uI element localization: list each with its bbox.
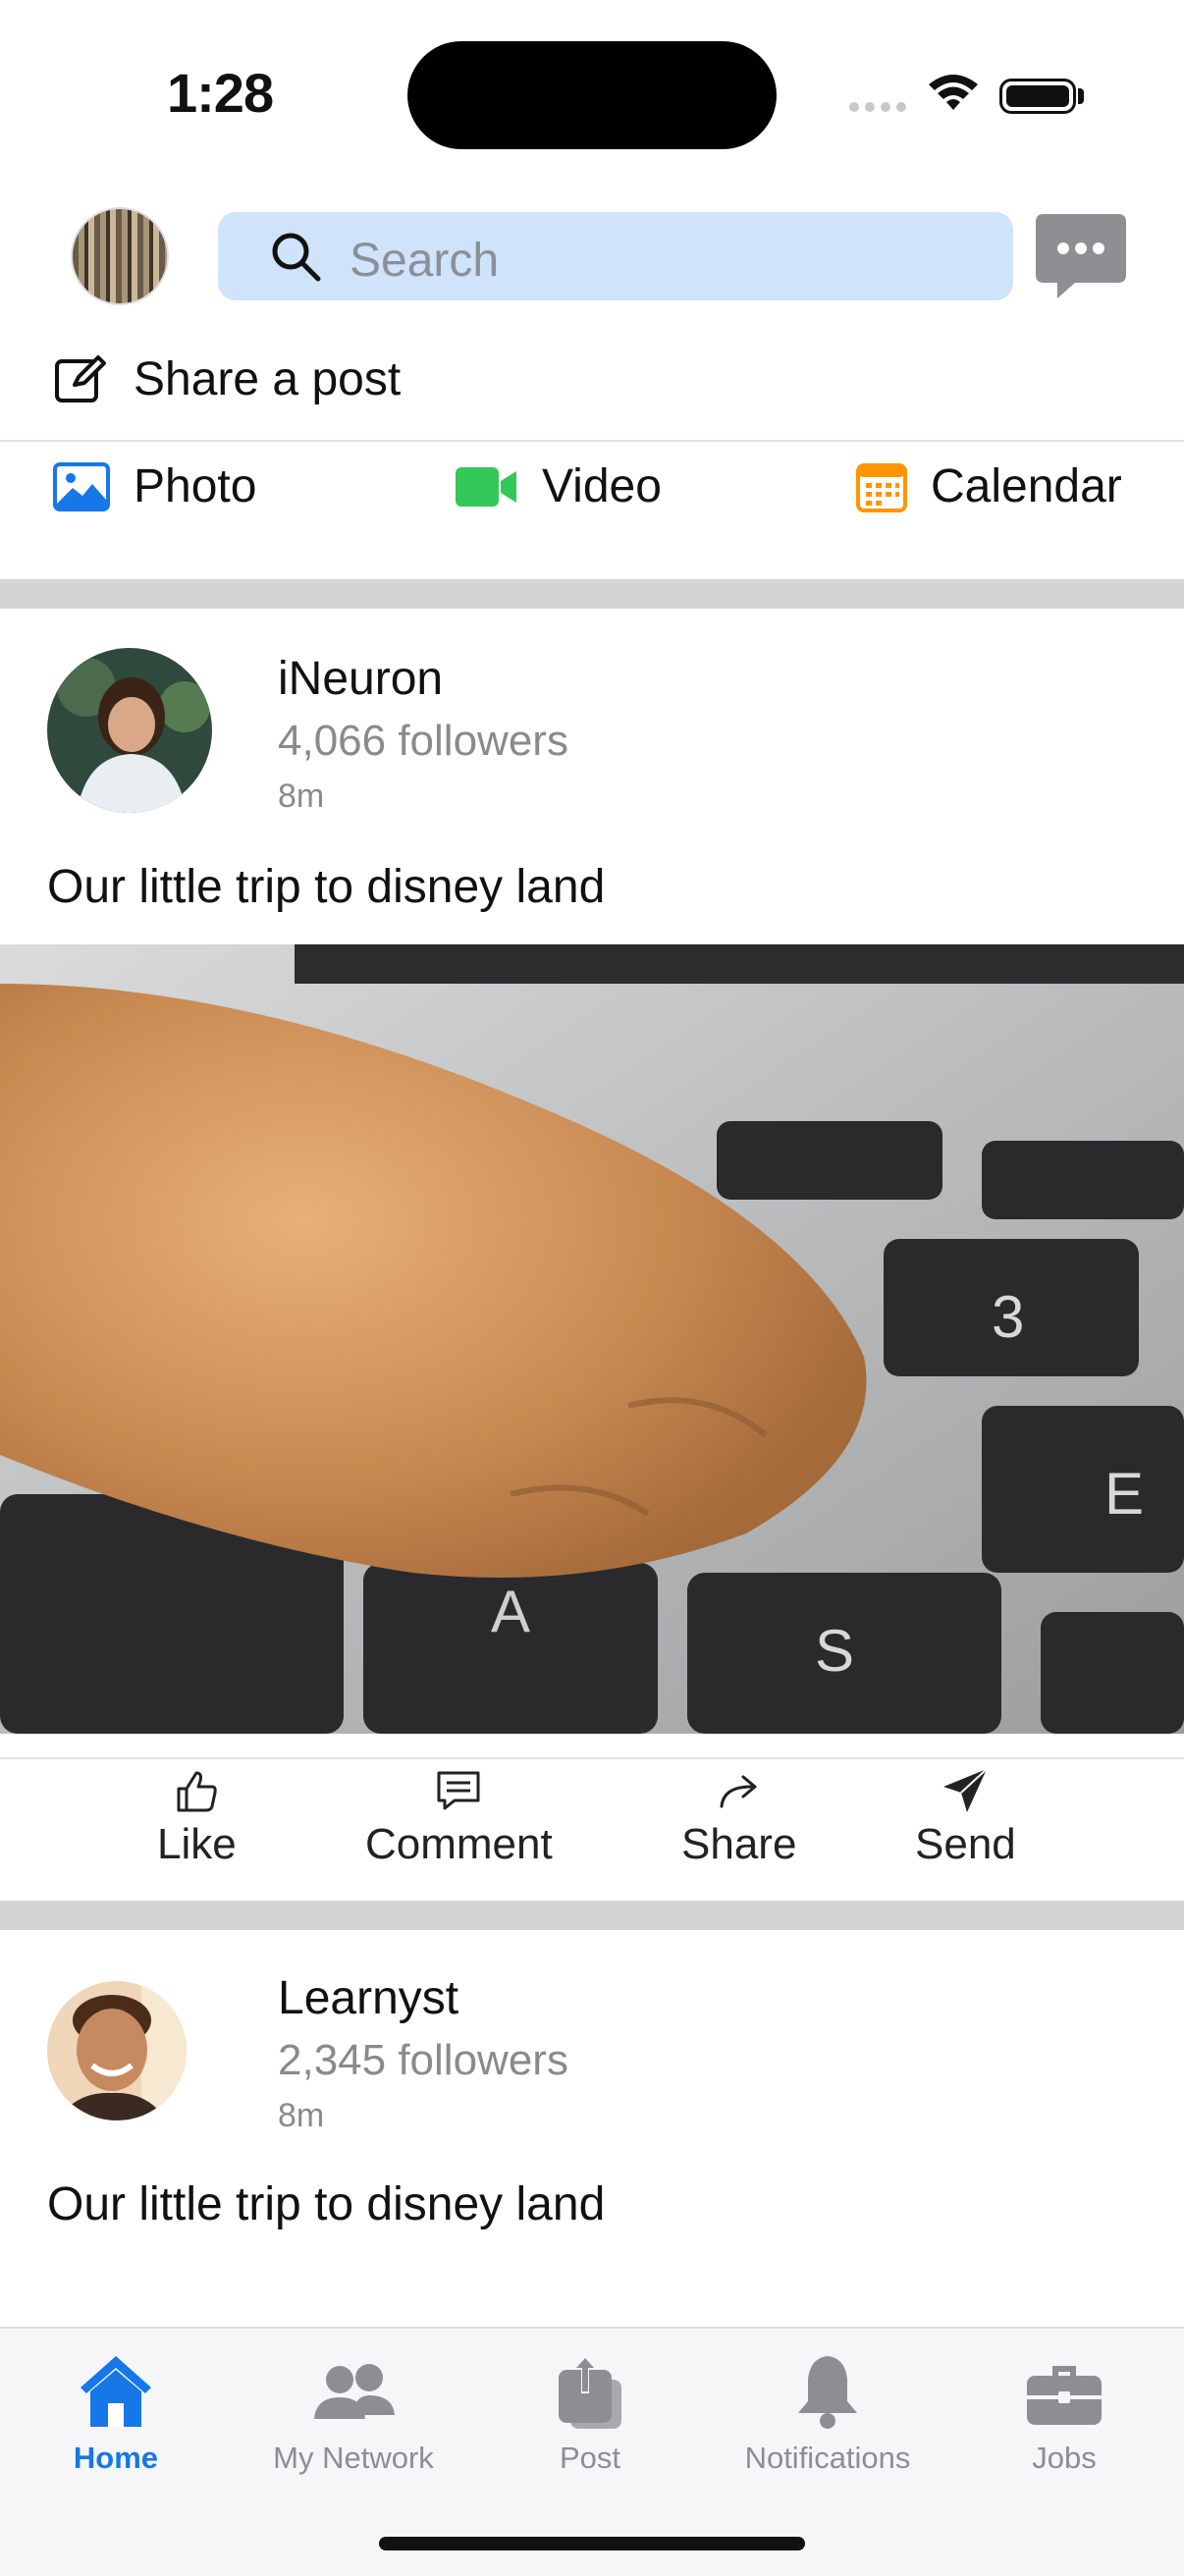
share-arrow-icon bbox=[720, 1775, 757, 1808]
battery-tip bbox=[1078, 88, 1084, 104]
bell-icon bbox=[798, 2356, 857, 2429]
signal-icon bbox=[849, 102, 906, 112]
tab-post[interactable]: Post bbox=[482, 2350, 698, 2476]
dynamic-island bbox=[407, 41, 777, 149]
comment-icon bbox=[437, 1771, 480, 1810]
edit-icon bbox=[55, 355, 106, 402]
profile-avatar[interactable] bbox=[71, 207, 169, 305]
section-separator bbox=[0, 579, 1184, 609]
photo-button[interactable]: Photo bbox=[53, 459, 256, 513]
key-s-label: S bbox=[815, 1618, 854, 1684]
share-post-label: Share a post bbox=[134, 352, 402, 405]
tab-home[interactable]: Home bbox=[8, 2350, 224, 2476]
tab-notifications[interactable]: Notifications bbox=[720, 2350, 936, 2476]
tab-label: Notifications bbox=[744, 2441, 911, 2475]
key-3-label: 3 bbox=[992, 1284, 1024, 1350]
post-followers: 2,345 followers bbox=[278, 2036, 568, 2084]
house-icon bbox=[81, 2356, 151, 2427]
post-followers: 4,066 followers bbox=[278, 717, 568, 765]
post-time: 8m bbox=[278, 778, 325, 815]
avatar-photo bbox=[47, 1981, 187, 2120]
post-actions: Like Comment Share Send bbox=[0, 1767, 1184, 1905]
send-label: Send bbox=[915, 1820, 1016, 1868]
section-separator bbox=[0, 1901, 1184, 1930]
calendar-label: Calendar bbox=[931, 460, 1122, 512]
cat-paw-on-keyboard-photo: 3 E A S bbox=[0, 944, 1184, 1734]
comment-label: Comment bbox=[365, 1820, 553, 1868]
tab-label: My Network bbox=[273, 2441, 434, 2475]
home-indicator bbox=[379, 2537, 805, 2550]
post-text: Our little trip to disney land bbox=[47, 2178, 606, 2230]
people-icon bbox=[314, 2364, 395, 2419]
tab-jobs[interactable]: Jobs bbox=[956, 2350, 1172, 2476]
avatar-photo bbox=[47, 648, 212, 813]
photo-icon bbox=[53, 461, 110, 511]
tab-label: Home bbox=[73, 2441, 159, 2475]
wifi-icon bbox=[929, 75, 978, 110]
calendar-icon bbox=[856, 462, 907, 512]
tab-label: Jobs bbox=[1032, 2441, 1097, 2475]
post-author-avatar[interactable] bbox=[47, 1981, 187, 2120]
post-image[interactable]: 3 E A S bbox=[0, 944, 1184, 1734]
thumbs-up-icon bbox=[177, 1771, 218, 1812]
send-button[interactable]: Send bbox=[915, 1767, 1016, 1869]
like-button[interactable]: Like bbox=[157, 1767, 237, 1869]
calendar-button[interactable]: Calendar bbox=[856, 459, 1122, 513]
like-label: Like bbox=[157, 1820, 237, 1868]
comment-button[interactable]: Comment bbox=[365, 1767, 553, 1869]
tab-label: Post bbox=[559, 2441, 621, 2475]
tab-my-network[interactable]: My Network bbox=[245, 2350, 461, 2476]
send-icon bbox=[943, 1768, 989, 1812]
battery-icon bbox=[999, 79, 1076, 114]
composer-media-row: Photo Video Calendar bbox=[0, 459, 1184, 526]
post-author-name[interactable]: iNeuron bbox=[278, 652, 443, 706]
share-post-button[interactable]: Share a post bbox=[53, 349, 401, 408]
key-e-label: E bbox=[1104, 1461, 1144, 1527]
share-button[interactable]: Share bbox=[681, 1767, 796, 1869]
post-author-name[interactable]: Learnyst bbox=[278, 1971, 458, 2025]
briefcase-icon bbox=[1027, 2366, 1102, 2425]
post-author-avatar[interactable] bbox=[47, 648, 212, 813]
video-icon bbox=[456, 466, 516, 507]
post-time: 8m bbox=[278, 2097, 325, 2134]
divider bbox=[0, 440, 1184, 442]
share-label: Share bbox=[681, 1820, 797, 1868]
search-placeholder: Search bbox=[350, 235, 500, 287]
photo-label: Photo bbox=[134, 460, 257, 512]
status-time: 1:28 bbox=[167, 62, 274, 124]
key-a-label: A bbox=[491, 1579, 530, 1644]
video-button[interactable]: Video bbox=[456, 459, 662, 513]
upload-icon bbox=[559, 2354, 621, 2429]
divider bbox=[0, 1757, 1184, 1759]
search-input[interactable]: Search bbox=[218, 212, 1013, 300]
video-label: Video bbox=[542, 460, 662, 512]
post-text: Our little trip to disney land bbox=[47, 861, 606, 913]
search-icon bbox=[272, 233, 321, 282]
messages-icon[interactable] bbox=[1036, 214, 1126, 298]
